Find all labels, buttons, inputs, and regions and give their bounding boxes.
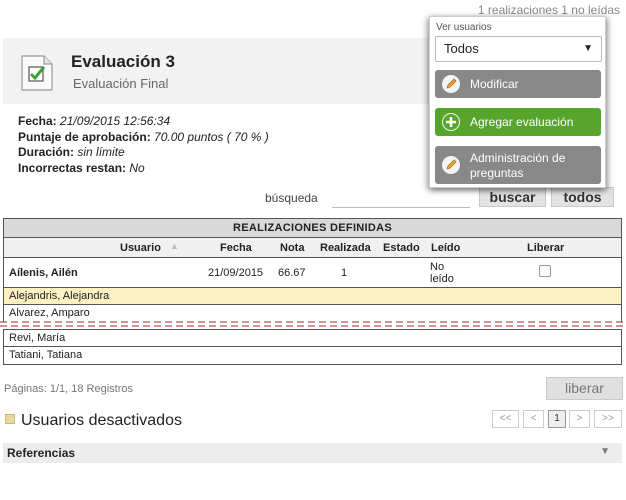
row-leido-line1: No	[430, 261, 445, 273]
fecha-value: 21/09/2015 12:56:34	[60, 114, 171, 128]
row-nota: 66.67	[278, 267, 306, 279]
table-row[interactable]: Tatiani, Tatiana	[4, 347, 621, 364]
search-input[interactable]	[332, 186, 470, 208]
row-leido-line2: leído	[430, 273, 454, 285]
pager-prev-button[interactable]: <	[523, 410, 544, 428]
header-usuario[interactable]: Usuario	[120, 242, 161, 254]
administracion-preguntas-button[interactable]: Administración de preguntas	[435, 146, 601, 184]
deactivated-users-label: Usuarios desactivados	[21, 412, 182, 429]
liberar-button[interactable]: liberar	[546, 377, 623, 400]
incorrectas-label: Incorrectas restan:	[18, 160, 127, 175]
pagination-summary: Páginas: 1/1, 18 Registros	[4, 383, 134, 395]
modificar-label: Modificar	[470, 77, 519, 91]
realizaciones-status: 1 realizaciones 1 no leídas	[477, 3, 620, 17]
incorrectas-value: No	[129, 160, 145, 175]
row-fecha: 21/09/2015	[208, 267, 264, 279]
actions-panel: Ver usuarios Todos ▼ Modificar Agregar e…	[429, 16, 606, 188]
pager-last-button[interactable]: >>	[594, 410, 622, 428]
liberar-checkbox[interactable]	[539, 265, 551, 277]
table-row[interactable]: Aílenis, Ailén 21/09/2015 66.67 1 No leí…	[4, 258, 621, 288]
fecha-label: Fecha:	[18, 114, 57, 128]
evaluation-doc-icon	[21, 55, 53, 91]
search-label: búsqueda	[265, 191, 318, 205]
page-subtitle: Evaluación Final	[73, 76, 169, 91]
header-estado[interactable]: Estado	[383, 242, 420, 254]
todos-button[interactable]: todos	[551, 187, 614, 207]
duracion-value: sin límite	[77, 145, 125, 159]
row-usuario[interactable]: Revi, María	[9, 332, 65, 344]
administracion-label-line1: Administración de	[470, 151, 566, 165]
page-title: Evaluación 3	[71, 52, 175, 71]
header-realizada[interactable]: Realizada	[320, 242, 371, 254]
puntaje-label: Puntaje de aprobación:	[18, 129, 151, 144]
row-usuario[interactable]: Aílenis, Ailén	[9, 267, 78, 279]
ver-usuarios-value: Todos	[444, 41, 479, 56]
row-usuario[interactable]: Alejandris, Alejandra	[9, 290, 109, 302]
chevron-down-icon[interactable]: ▼	[600, 446, 610, 457]
header-fecha[interactable]: Fecha	[220, 242, 252, 254]
duracion-label: Duración:	[18, 145, 75, 159]
deactivated-users-toggle[interactable]: Usuarios desactivados	[5, 412, 182, 430]
table-header-row: Usuario ▲ Fecha Nota Realizada Estado Le…	[4, 238, 621, 258]
realizaciones-table-continued: Revi, María Tatiani, Tatiana	[3, 329, 622, 365]
table-title: REALIZACIONES DEFINIDAS	[4, 219, 621, 238]
header-liberar: Liberar	[527, 242, 565, 254]
pager-first-button[interactable]: <<	[492, 410, 519, 428]
administracion-label-line2: preguntas	[470, 166, 524, 180]
table-row[interactable]: Alejandris, Alejandra	[4, 288, 621, 305]
references-label: Referencias	[7, 446, 76, 460]
ver-usuarios-select[interactable]: Todos ▼	[435, 36, 602, 62]
pager-current-page[interactable]: 1	[548, 410, 566, 428]
plus-icon	[442, 113, 460, 131]
agregar-evaluacion-button[interactable]: Agregar evaluación	[435, 108, 601, 136]
references-section[interactable]: Referencias ▼	[3, 443, 622, 463]
sort-asc-icon[interactable]: ▲	[170, 241, 179, 251]
pager-next-button[interactable]: >	[569, 410, 590, 428]
modificar-button[interactable]: Modificar	[435, 70, 601, 98]
pencil-icon	[442, 75, 460, 93]
chevron-down-icon: ▼	[583, 43, 593, 54]
ver-usuarios-label: Ver usuarios	[436, 22, 492, 33]
row-realizada: 1	[341, 267, 348, 279]
realizaciones-table: REALIZACIONES DEFINIDAS Usuario ▲ Fecha …	[3, 218, 622, 322]
table-row[interactable]: Revi, María	[4, 330, 621, 347]
buscar-button[interactable]: buscar	[479, 187, 546, 207]
row-usuario[interactable]: Tatiani, Tatiana	[9, 349, 82, 361]
evaluation-header: Evaluación 3 Evaluación Final	[3, 38, 433, 104]
header-leido[interactable]: Leído	[431, 242, 460, 254]
puntaje-value: 70.00 puntos ( 70 % )	[154, 129, 269, 144]
pencil-icon	[442, 156, 460, 174]
square-icon	[5, 414, 15, 424]
header-nota[interactable]: Nota	[280, 242, 304, 254]
evaluation-info: Fecha: 21/09/2015 12:56:34 Puntaje de ap…	[18, 114, 269, 176]
agregar-evaluacion-label: Agregar evaluación	[470, 115, 574, 129]
